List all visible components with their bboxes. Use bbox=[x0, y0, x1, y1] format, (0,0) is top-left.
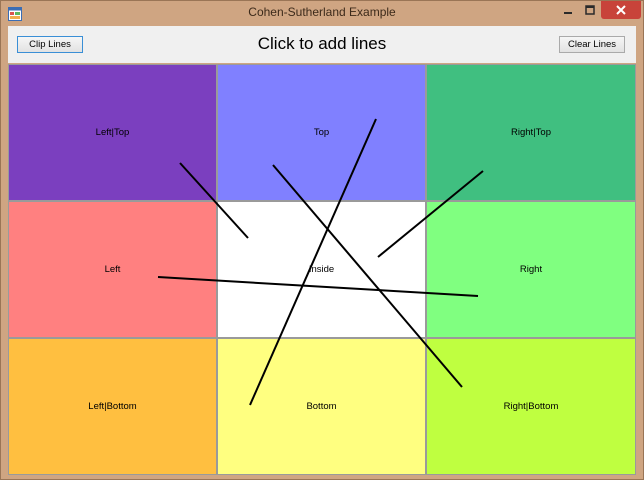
maximize-button[interactable] bbox=[579, 1, 601, 19]
region-label: Left bbox=[104, 264, 121, 275]
toolbar: Clip Lines Click to add lines Clear Line… bbox=[8, 26, 636, 63]
region-label: Bottom bbox=[306, 401, 337, 412]
close-icon bbox=[616, 5, 626, 15]
region-left: Left bbox=[8, 201, 217, 338]
region-right-bottom: Right|Bottom bbox=[426, 338, 636, 475]
window-title: Cohen-Sutherland Example bbox=[248, 5, 396, 19]
region-top: Top bbox=[217, 64, 426, 201]
close-button[interactable] bbox=[601, 1, 641, 19]
region-label: Right|Bottom bbox=[503, 401, 559, 412]
region-label: Right bbox=[519, 264, 543, 275]
minimize-icon bbox=[564, 12, 572, 14]
app-window: Cohen-Sutherland Example Clip Lines Clic… bbox=[0, 0, 644, 480]
region-label: Inside bbox=[308, 264, 335, 275]
title-bar[interactable]: Cohen-Sutherland Example bbox=[1, 1, 643, 25]
region-label: Left|Bottom bbox=[88, 401, 137, 412]
clear-lines-button[interactable]: Clear Lines bbox=[559, 36, 625, 53]
clip-lines-button[interactable]: Clip Lines bbox=[17, 36, 83, 53]
region-label: Top bbox=[313, 127, 330, 138]
region-right-top: Right|Top bbox=[426, 64, 636, 201]
maximize-icon bbox=[585, 5, 595, 15]
instruction-heading: Click to add lines bbox=[257, 34, 387, 53]
drawing-canvas[interactable]: Left|Top Top Right|Top Left Inside Right… bbox=[8, 64, 636, 475]
region-label: Right|Top bbox=[511, 127, 551, 138]
region-left-bottom: Left|Bottom bbox=[8, 338, 217, 475]
region-bottom: Bottom bbox=[217, 338, 426, 475]
region-left-top: Left|Top bbox=[8, 64, 217, 201]
region-right: Right bbox=[426, 201, 636, 338]
minimize-button[interactable] bbox=[557, 1, 579, 19]
region-inside: Inside bbox=[217, 201, 426, 338]
region-label: Left|Top bbox=[95, 127, 130, 138]
